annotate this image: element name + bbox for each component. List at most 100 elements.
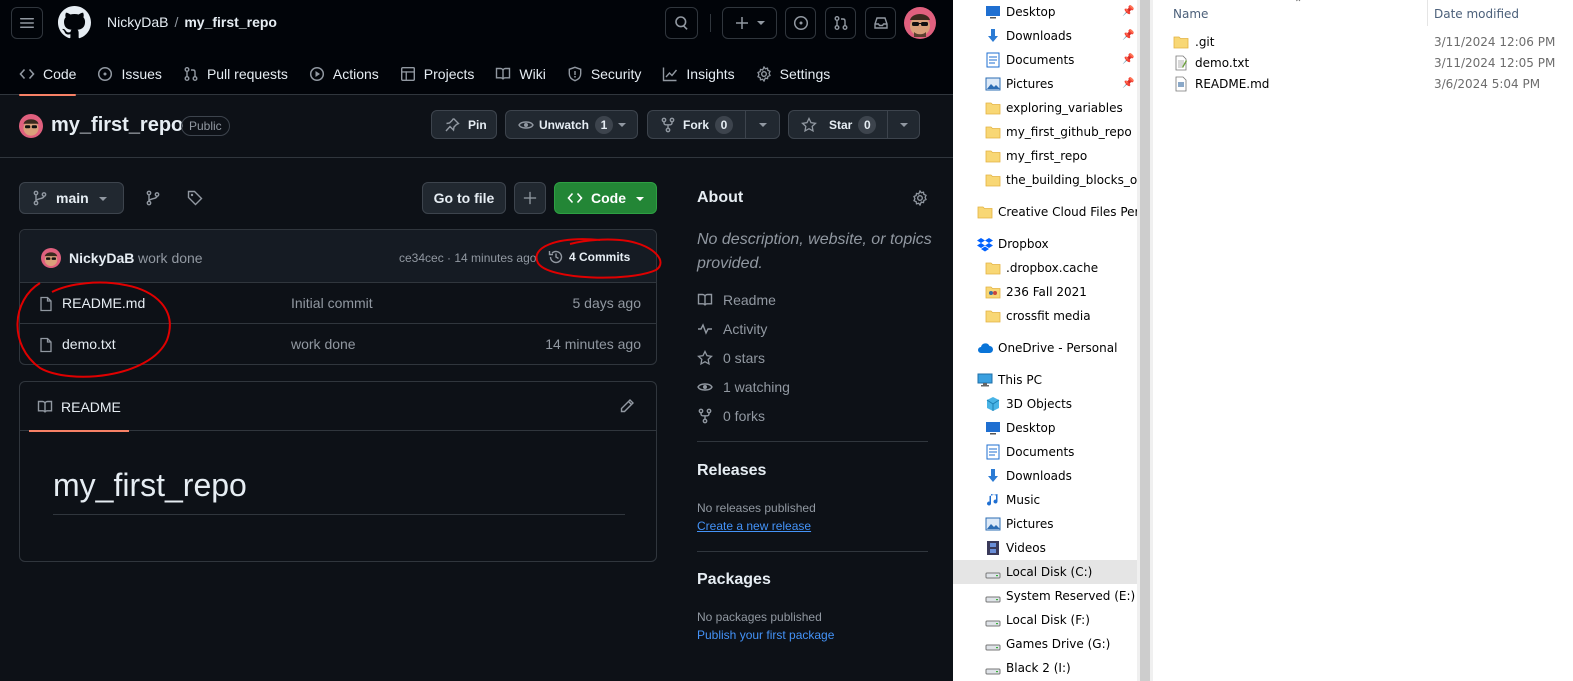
star-dropdown[interactable]: [887, 111, 920, 138]
readme-heading: my_first_repo: [53, 467, 625, 515]
tab-security[interactable]: Security: [559, 52, 650, 95]
inbox-button[interactable]: [865, 7, 896, 39]
nav-item-onedrive-personal[interactable]: OneDrive - Personal: [953, 336, 1137, 360]
nav-item-desktop[interactable]: Desktop: [953, 416, 1137, 440]
tag-icon[interactable]: [187, 190, 203, 206]
releases-title[interactable]: Releases: [697, 462, 766, 480]
code-dropdown-button[interactable]: Code: [554, 182, 657, 214]
about-readme-link[interactable]: Readme: [697, 292, 776, 308]
nav-item-pictures[interactable]: Pictures 📌: [953, 72, 1137, 96]
nav-item-pictures[interactable]: Pictures: [953, 512, 1137, 536]
file-row[interactable]: demo.txt work done 14 minutes ago: [20, 324, 656, 364]
nav-item-this-pc[interactable]: This PC: [953, 368, 1137, 392]
file-row[interactable]: demo.txt 3/11/2024 12:05 PM: [1173, 53, 1573, 74]
fork-button[interactable]: Fork 0: [647, 110, 780, 139]
tab-pull-requests[interactable]: Pull requests: [175, 52, 296, 95]
nav-item-black-2-i[interactable]: Black 2 (I:): [953, 656, 1137, 680]
search-button[interactable]: [665, 7, 698, 39]
nav-item-desktop[interactable]: Desktop 📌: [953, 0, 1137, 24]
tab-code[interactable]: Code: [11, 52, 84, 96]
about-activity-link[interactable]: Activity: [697, 321, 767, 337]
nav-item-local-disk-f[interactable]: Local Disk (F:): [953, 608, 1137, 632]
column-separator[interactable]: [1427, 0, 1428, 26]
file-name[interactable]: demo.txt: [62, 336, 116, 352]
file-date: 3/11/2024 12:06 PM: [1434, 35, 1556, 49]
nav-item-downloads[interactable]: Downloads 📌: [953, 24, 1137, 48]
nav-item-my-first-repo[interactable]: my_first_repo: [953, 144, 1137, 168]
fork-dropdown[interactable]: [745, 111, 779, 138]
commit-message[interactable]: work done: [138, 250, 203, 266]
nav-item-dropbox[interactable]: Dropbox: [953, 232, 1137, 256]
code-icon: [567, 192, 583, 204]
tab-wiki[interactable]: Wiki: [487, 52, 553, 95]
owner-link[interactable]: NickyDaB: [107, 14, 168, 30]
star-button[interactable]: Star 0: [788, 110, 920, 139]
nav-item-creative-cloud-files-persor[interactable]: Creative Cloud Files Persor: [953, 200, 1137, 224]
nav-item-documents[interactable]: Documents: [953, 440, 1137, 464]
column-header-name[interactable]: Name: [1173, 7, 1208, 21]
publish-package-link[interactable]: Publish your first package: [697, 628, 834, 642]
commits-link[interactable]: 4 Commits: [548, 249, 630, 265]
about-watching-link[interactable]: 1 watching: [697, 379, 790, 395]
nav-item-dropbox-cache[interactable]: .dropbox.cache: [953, 256, 1137, 280]
file-row[interactable]: README.md Initial commit 5 days ago: [20, 283, 656, 324]
column-header-date-modified[interactable]: Date modified: [1434, 7, 1519, 21]
tab-insights[interactable]: Insights: [654, 52, 742, 95]
about-forks-link[interactable]: 0 forks: [697, 408, 765, 424]
go-to-file-button[interactable]: Go to file: [422, 182, 506, 214]
unwatch-button[interactable]: Unwatch 1: [505, 110, 638, 139]
nav-item-music[interactable]: Music: [953, 488, 1137, 512]
tab-issues[interactable]: Issues: [89, 52, 169, 95]
packages-title[interactable]: Packages: [697, 571, 771, 589]
add-file-button[interactable]: [514, 182, 546, 214]
tab-settings[interactable]: Settings: [748, 52, 839, 95]
github-logo-icon[interactable]: [58, 6, 91, 39]
nav-item-my-first-github-repo[interactable]: my_first_github_repo: [953, 120, 1137, 144]
git-branch-icon[interactable]: [145, 190, 161, 206]
file-commit-message[interactable]: work done: [291, 336, 356, 352]
gear-icon[interactable]: [912, 190, 928, 206]
nav-item-3d-objects[interactable]: 3D Objects: [953, 392, 1137, 416]
tab-projects[interactable]: Projects: [392, 52, 483, 95]
readme-tab[interactable]: README: [29, 382, 129, 432]
nav-item-crossfit-media[interactable]: crossfit media: [953, 304, 1137, 328]
pin-button[interactable]: Pin: [431, 110, 497, 139]
tab-actions[interactable]: Actions: [301, 52, 387, 95]
hamburger-menu-button[interactable]: [11, 7, 43, 39]
file-row[interactable]: README.md 3/6/2024 5:04 PM: [1173, 74, 1573, 95]
commit-author[interactable]: NickyDaB: [69, 250, 134, 266]
nav-item-the-building-blocks-of-p[interactable]: the_building_blocks_of_p: [953, 168, 1137, 192]
nav-item-videos[interactable]: Videos: [953, 536, 1137, 560]
create-release-link[interactable]: Create a new release: [697, 519, 811, 533]
commit-author-avatar[interactable]: [41, 248, 61, 268]
watch-count: 1: [595, 115, 614, 134]
commit-meta[interactable]: ce34cec · 14 minutes ago: [399, 251, 536, 265]
navigation-scrollbar-thumb[interactable]: [1140, 0, 1150, 681]
nav-item-documents[interactable]: Documents 📌: [953, 48, 1137, 72]
pull-requests-button[interactable]: [825, 7, 856, 39]
pencil-icon[interactable]: [619, 398, 635, 414]
folder-icon: [985, 260, 1001, 276]
branch-select-button[interactable]: main: [19, 182, 124, 214]
create-new-button[interactable]: [722, 7, 777, 39]
repo-title[interactable]: my_first_repo: [51, 114, 183, 137]
file-commit-message[interactable]: Initial commit: [291, 295, 373, 311]
issues-button[interactable]: [785, 7, 816, 39]
file-icon: [40, 337, 52, 353]
nav-item-label: Pictures: [1006, 77, 1054, 91]
nav-item-games-drive-g[interactable]: Games Drive (G:): [953, 632, 1137, 656]
nav-item-236-fall-2021[interactable]: 236 Fall 2021: [953, 280, 1137, 304]
code-icon: [19, 68, 35, 79]
documents-icon: [985, 52, 1001, 68]
file-name[interactable]: README.md: [62, 295, 145, 311]
nav-item-downloads[interactable]: Downloads: [953, 464, 1137, 488]
nav-item-local-disk-c[interactable]: Local Disk (C:): [953, 560, 1137, 584]
nav-item-system-reserved-e[interactable]: System Reserved (E:): [953, 584, 1137, 608]
repo-link[interactable]: my_first_repo: [184, 14, 277, 30]
dropbox-icon: [977, 236, 993, 252]
about-stars-link[interactable]: 0 stars: [697, 350, 765, 366]
user-avatar[interactable]: [904, 7, 936, 39]
owner-avatar[interactable]: [19, 114, 43, 138]
file-row[interactable]: .git 3/11/2024 12:06 PM: [1173, 32, 1573, 53]
nav-item-exploring-variables[interactable]: exploring_variables: [953, 96, 1137, 120]
